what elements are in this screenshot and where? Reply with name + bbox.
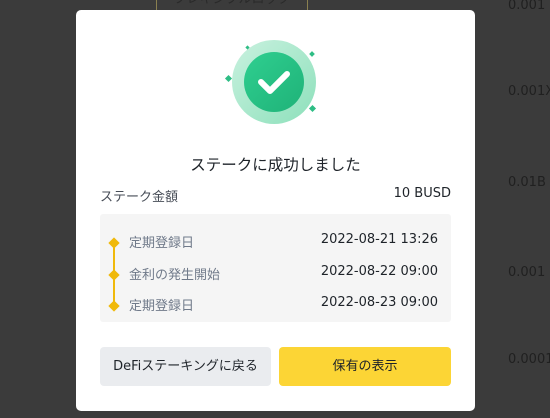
- bg-value-3: 0.01B: [508, 175, 546, 190]
- back-to-defi-staking-button[interactable]: DeFiステーキングに戻る: [100, 347, 271, 386]
- stake-amount-label: ステーク金額: [100, 190, 179, 205]
- timeline-item-label: 定期登録日: [129, 299, 195, 314]
- stake-amount-value: 10 BUSD: [393, 186, 451, 201]
- bg-value-1: 0.001: [508, 0, 546, 13]
- stake-amount-row: ステーク金額 10 BUSD: [100, 186, 451, 206]
- timeline-item-label: 定期登録日: [129, 236, 195, 251]
- bg-value-5: 0.0001: [508, 352, 550, 367]
- timeline-item-value: 2022-08-21 13:26: [320, 232, 438, 247]
- bg-value-2: 0.001X: [508, 84, 550, 99]
- timeline-item-label: 金利の発生開始: [129, 268, 221, 283]
- checkmark-circle-icon: [224, 40, 324, 130]
- timeline-item-value: 2022-08-23 09:00: [320, 295, 438, 310]
- modal-title: ステークに成功しました: [190, 156, 361, 174]
- timeline-item: 金利の発生開始 2022-08-22 09:00: [100, 264, 451, 284]
- timeline-item: 定期登録日 2022-08-23 09:00: [100, 295, 451, 315]
- stake-timeline: 定期登録日 2022-08-21 13:26 金利の発生開始 2022-08-2…: [100, 214, 451, 322]
- timeline-item: 定期登録日 2022-08-21 13:26: [100, 232, 451, 252]
- timeline-item-value: 2022-08-22 09:00: [320, 264, 438, 279]
- stake-success-modal: ステークに成功しました ステーク金額 10 BUSD 定期登録日 2022-08…: [76, 10, 475, 411]
- view-holdings-button[interactable]: 保有の表示: [279, 347, 451, 386]
- bg-value-4: 0.001: [508, 265, 546, 280]
